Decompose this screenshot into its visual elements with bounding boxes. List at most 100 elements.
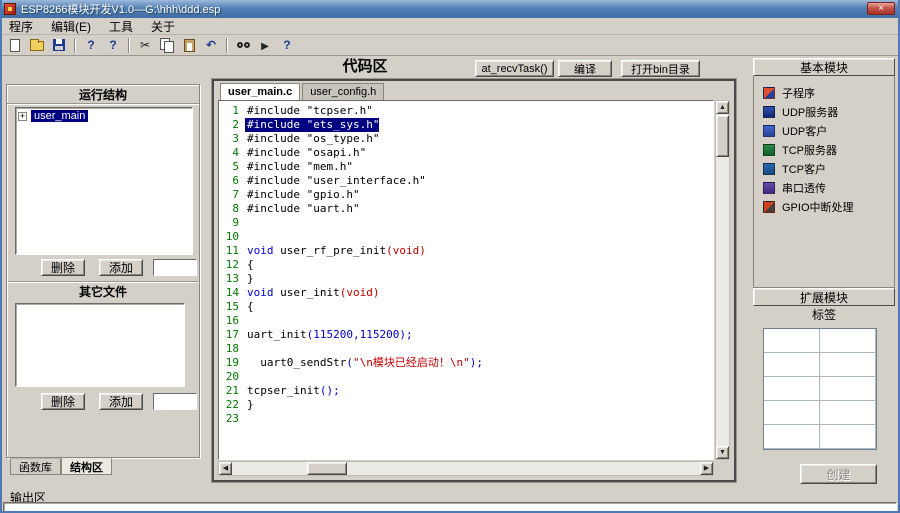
code-line: 19 uart0_sendStr("\n模块已经启动！\n"); [219,356,713,370]
run-structure-tree[interactable]: + user_main [15,107,193,255]
left-tab-strip: 函数库 结构区 [10,458,112,475]
vertical-scroll-thumb[interactable] [716,115,729,157]
tab-user-config-h[interactable]: user_config.h [302,83,384,100]
tag-table-cell[interactable] [820,329,876,353]
module-tcp-server[interactable]: TCP服务器 [763,140,894,159]
serial-passthrough-icon [763,182,775,194]
module-udp-server[interactable]: UDP服务器 [763,102,894,121]
output-area[interactable] [3,502,897,512]
help-icon[interactable]: ? [81,36,101,54]
undo-icon[interactable] [201,36,221,54]
scroll-left-icon[interactable]: ◀ [219,462,232,475]
module-udp-client[interactable]: UDP客户 [763,121,894,140]
copy-icon[interactable] [157,36,177,54]
code-tab-strip: user_main.c user_config.h [220,83,386,100]
tag-title: 标签 [753,306,895,323]
subroutine-icon [763,87,775,99]
tree-expand-icon[interactable]: + [18,112,27,121]
module-label: 串口透传 [782,180,826,196]
code-line: 5#include "mem.h" [219,160,713,174]
code-lines: 1#include "tcpser.h"2#include "ets_sys.h… [219,104,713,426]
horizontal-scrollbar[interactable]: ◀ ▶ [218,461,714,476]
code-line: 4#include "osapi.h" [219,146,713,160]
at-recvtask-button[interactable]: at_recvTask() [475,60,554,77]
tree-item-user-main[interactable]: + user_main [16,108,192,124]
run-add-button[interactable]: 添加 [99,259,143,276]
module-label: TCP客户 [782,161,826,177]
tag-table-cell[interactable] [764,377,820,401]
scroll-down-icon[interactable]: ▼ [716,446,729,459]
menubar: 程序 编辑(E) 工具 关于 [0,18,900,35]
tag-table-cell[interactable] [764,329,820,353]
code-line: 17uart_init(115200,115200); [219,328,713,342]
tcp-client-icon [763,163,775,175]
toolbar-separator [226,38,228,53]
tag-table-cell[interactable] [764,425,820,449]
tag-table[interactable] [763,328,877,450]
code-line: 7#include "gpio.h" [219,188,713,202]
create-button[interactable]: 创建 [800,464,877,484]
udp-server-icon [763,106,775,118]
other-files-list[interactable] [15,303,185,387]
cut-icon[interactable] [135,36,155,54]
tag-table-cell[interactable] [820,425,876,449]
tag-table-cell[interactable] [764,353,820,377]
toolbar: ? ? ? [0,35,900,56]
module-serial-passthrough[interactable]: 串口透传 [763,178,894,197]
run-icon[interactable] [255,36,275,54]
scroll-up-icon[interactable]: ▲ [716,101,729,114]
module-label: UDP客户 [782,123,827,139]
compile-button[interactable]: 编译 [558,60,612,77]
code-line: 6#include "user_interface.h" [219,174,713,188]
module-tcp-client[interactable]: TCP客户 [763,159,894,178]
module-label: 子程序 [782,85,815,101]
tab-structure-area[interactable]: 结构区 [61,458,112,475]
run-name-input[interactable] [153,259,197,276]
tag-table-cell[interactable] [820,377,876,401]
left-panel: 运行结构 + user_main 删除 添加 其它文件 删除 添加 [6,84,200,458]
close-button[interactable]: × [867,2,895,15]
vertical-scrollbar[interactable]: ▲ ▼ [715,100,730,460]
code-line: 13} [219,272,713,286]
code-editor[interactable]: 1#include "tcpser.h"2#include "ets_sys.h… [218,100,714,460]
tag-table-cell[interactable] [820,353,876,377]
udp-client-icon [763,125,775,137]
code-frame: user_main.c user_config.h 1#include "tcp… [212,79,736,482]
find-icon[interactable] [233,36,253,54]
other-name-input[interactable] [153,393,197,410]
menu-about[interactable]: 关于 [142,18,184,34]
tag-table-cell[interactable] [820,401,876,425]
basic-modules-header[interactable]: 基本模块 [753,58,895,76]
scroll-right-icon[interactable]: ▶ [700,462,713,475]
tag-table-cell[interactable] [764,401,820,425]
tree-item-label[interactable]: user_main [31,110,88,122]
horizontal-scroll-thumb[interactable] [307,462,347,475]
other-files-title: 其它文件 [8,281,198,300]
tab-user-main-c[interactable]: user_main.c [220,83,300,100]
code-line: 1#include "tcpser.h" [219,104,713,118]
other-delete-button[interactable]: 删除 [41,393,85,410]
module-subroutine[interactable]: 子程序 [763,83,894,102]
run-delete-button[interactable]: 删除 [41,259,85,276]
save-icon[interactable] [49,36,69,54]
toolbar-separator [74,38,76,53]
menu-edit[interactable]: 编辑(E) [42,18,100,34]
open-bin-dir-button[interactable]: 打开bin目录 [621,60,700,77]
code-line: 23 [219,412,713,426]
module-gpio-interrupt[interactable]: GPIO中断处理 [763,197,894,216]
paste-icon[interactable] [179,36,199,54]
code-line: 11void user_rf_pre_init(void) [219,244,713,258]
open-folder-icon[interactable] [27,36,47,54]
right-panel: 基本模块 子程序 UDP服务器 UDP客户 TCP服务器 TCP客户 串口透传 … [753,58,895,488]
other-add-button[interactable]: 添加 [99,393,143,410]
code-line: 16 [219,314,713,328]
menu-program[interactable]: 程序 [0,18,42,34]
about-help-icon[interactable]: ? [277,36,297,54]
code-line: 22} [219,398,713,412]
context-help-icon[interactable]: ? [103,36,123,54]
code-line: 14void user_init(void) [219,286,713,300]
tab-function-library[interactable]: 函数库 [10,458,61,475]
extended-modules-header[interactable]: 扩展模块 [753,288,895,306]
new-file-icon[interactable] [5,36,25,54]
menu-tools[interactable]: 工具 [100,18,142,34]
